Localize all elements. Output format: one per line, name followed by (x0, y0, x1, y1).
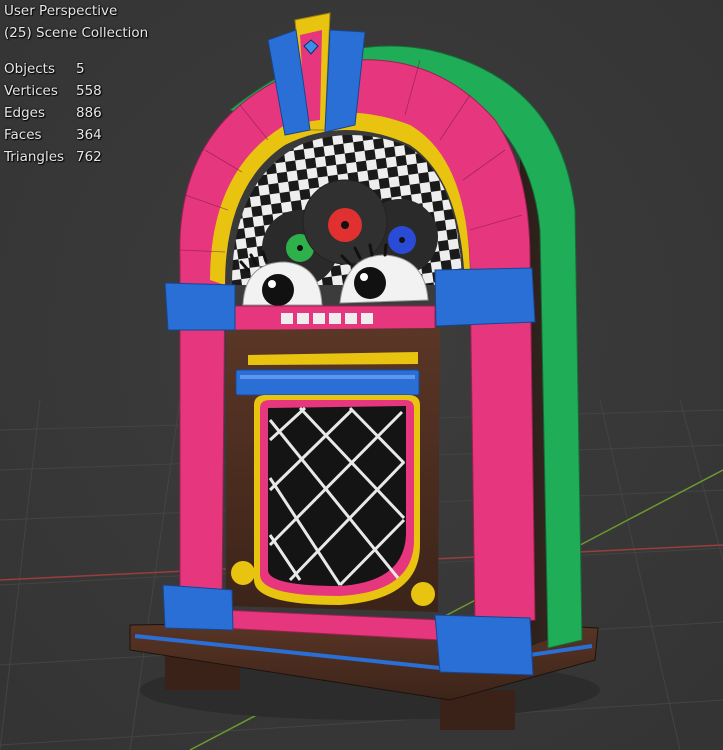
blue-block-lower-right (434, 614, 534, 676)
yellow-dot-left (231, 561, 255, 585)
blue-bar (235, 369, 420, 396)
blue-block-lower-left (162, 584, 234, 631)
blue-block-upper-right (434, 267, 536, 327)
blue-block-upper-left (164, 282, 236, 331)
speaker-grille (268, 406, 406, 586)
yellow-dot-right (411, 582, 435, 606)
3d-viewport[interactable] (0, 0, 723, 750)
